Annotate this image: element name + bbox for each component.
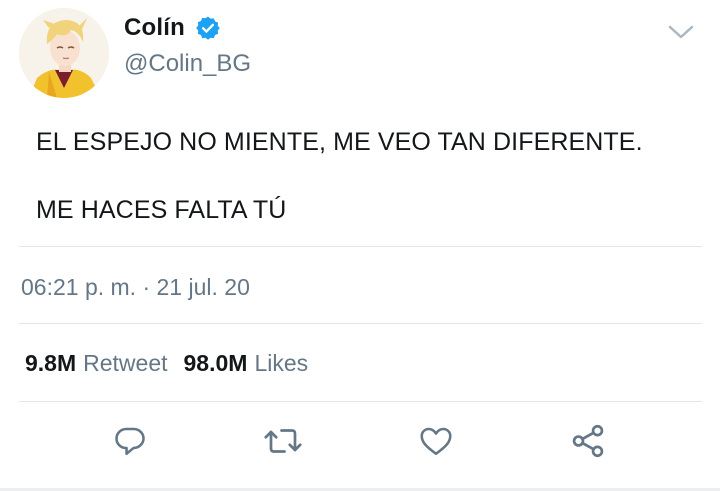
divider (19, 323, 702, 324)
like-button[interactable] (416, 423, 456, 463)
divider (19, 246, 702, 247)
chevron-down-icon[interactable] (667, 20, 695, 44)
retweets-label[interactable]: Retweet (83, 350, 167, 377)
divider (19, 401, 702, 402)
reply-icon (112, 423, 148, 464)
verified-badge-icon (195, 15, 221, 41)
share-icon (569, 422, 607, 465)
display-name[interactable]: Colín (124, 14, 185, 42)
retweet-icon (263, 423, 303, 464)
tweet-text-line: ME HACES FALTA TÚ (36, 196, 287, 224)
name-row: Colín (124, 12, 221, 44)
avatar[interactable] (19, 8, 109, 98)
reply-button[interactable] (110, 423, 150, 463)
tweet-timestamp[interactable]: 06:21 p. m. · 21 jul. 20 (21, 274, 250, 301)
retweets-count[interactable]: 9.8M (25, 350, 76, 377)
tweet-card: Colín @Colin_BG EL ESPEJO NO MIENTE, ME … (0, 0, 720, 491)
heart-icon (417, 423, 455, 464)
tweet-stats: 9.8M Retweet 98.0M Likes (25, 350, 308, 377)
retweet-button[interactable] (263, 423, 303, 463)
likes-count[interactable]: 98.0M (184, 350, 248, 377)
user-handle[interactable]: @Colin_BG (124, 50, 251, 78)
likes-label[interactable]: Likes (254, 350, 308, 377)
tweet-text-line: EL ESPEJO NO MIENTE, ME VEO TAN DIFERENT… (36, 128, 643, 156)
share-button[interactable] (568, 423, 608, 463)
